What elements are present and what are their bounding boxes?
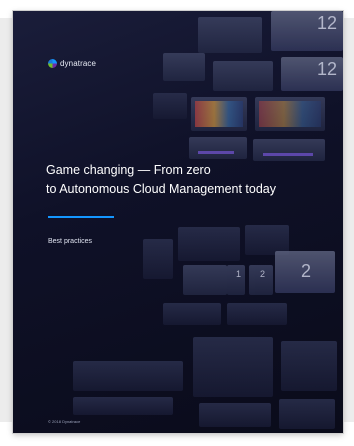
dashboard-tile <box>163 303 221 325</box>
dashboard-tile <box>153 93 187 119</box>
dashboard-tile: 12 <box>281 57 343 91</box>
chart-bar-graphic <box>263 153 313 156</box>
heatmap-graphic <box>259 101 321 127</box>
tile-number: 1 <box>235 269 241 279</box>
document-cover: 12 12 2 1 2 dynatrace Game changing — Fr… <box>13 11 343 433</box>
chart-bar-graphic <box>198 151 234 154</box>
dashboard-tile <box>183 265 227 295</box>
dashboard-tile: 2 <box>249 265 273 295</box>
dashboard-tile <box>191 97 247 131</box>
dashboard-tile <box>199 403 271 427</box>
dashboard-tile <box>73 361 183 391</box>
accent-divider <box>48 216 114 218</box>
tile-number: 12 <box>316 13 337 33</box>
dynatrace-logo: dynatrace <box>48 59 96 68</box>
dashboard-tile: 2 <box>275 251 335 293</box>
tile-number: 2 <box>301 261 312 281</box>
dashboard-tile: 12 <box>271 11 343 51</box>
tile-number: 12 <box>316 59 337 79</box>
dashboard-tile <box>255 97 325 131</box>
cover-subtitle: Best practices <box>48 238 92 245</box>
dashboard-tile <box>73 397 173 415</box>
heatmap-graphic <box>195 101 243 127</box>
dashboard-tile <box>198 17 262 53</box>
dashboard-tile <box>189 137 247 159</box>
dashboard-tile <box>213 61 273 91</box>
dashboard-tile <box>253 139 325 161</box>
dashboard-tile: 1 <box>227 265 245 295</box>
dashboard-tile <box>227 303 287 325</box>
dashboard-tile <box>178 227 240 261</box>
dashboard-tile <box>193 337 273 397</box>
cover-title: Game changing — From zero to Autonomous … <box>46 161 326 199</box>
cover-title-line1: Game changing — From zero <box>46 163 211 177</box>
cover-title-line2: to Autonomous Cloud Management today <box>46 182 277 196</box>
tile-number: 2 <box>259 269 265 279</box>
dashboard-tile <box>279 399 335 429</box>
cover-footer: © 2018 Dynatrace <box>48 419 81 424</box>
logo-text: dynatrace <box>60 59 97 68</box>
dashboard-tile <box>281 341 337 391</box>
dynatrace-logo-icon <box>48 59 57 68</box>
dashboard-tile <box>163 53 205 81</box>
dashboard-tile <box>143 239 173 279</box>
